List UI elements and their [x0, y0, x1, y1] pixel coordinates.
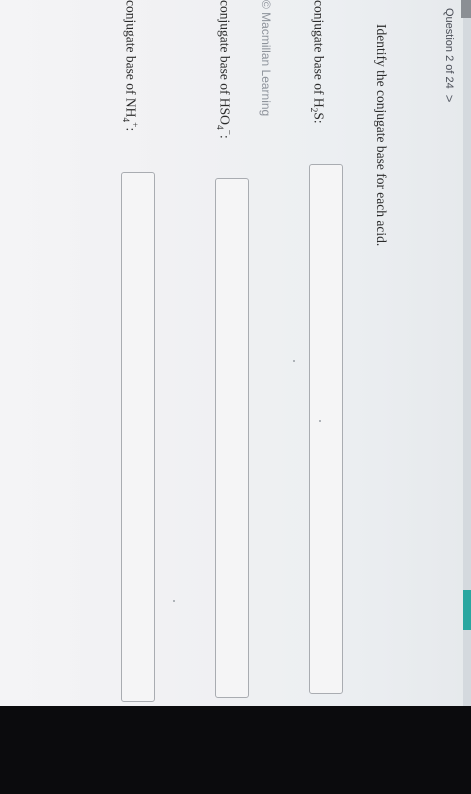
label-colon: : [123, 127, 139, 132]
label-text: conjugate base of HSO [217, 0, 233, 125]
label-text: conjugate base of NH [123, 0, 139, 118]
label-colon: : [311, 119, 327, 124]
label-colon: : [217, 134, 233, 139]
label-text: S [311, 112, 327, 120]
chevron-right-icon[interactable]: > [442, 95, 457, 103]
acid-label-h2s: conjugate base of H2S: [308, 0, 327, 124]
screen-speck [319, 420, 321, 422]
answer-input-h2s[interactable] [309, 164, 343, 694]
screen-speck [293, 360, 295, 362]
copyright-notice: © Macmillan Learning [259, 0, 273, 117]
answer-input-nh4[interactable] [121, 172, 155, 702]
question-panel: Question 2 of 24 > © Macmillan Learning … [0, 0, 471, 706]
acid-label-nh4: conjugate base of NH4+: [120, 0, 139, 131]
question-prompt: Identify the conjugate base for each aci… [374, 24, 389, 247]
answer-input-hso4[interactable] [215, 178, 249, 698]
question-counter: Question 2 of 24 [443, 8, 456, 89]
screen: Question 2 of 24 > © Macmillan Learning … [0, 0, 471, 706]
acid-label-hso4: conjugate base of HSO4−: [214, 0, 233, 139]
label-text: conjugate base of H [311, 0, 327, 108]
question-nav: Question 2 of 24 > [442, 8, 457, 102]
screen-speck [173, 600, 175, 602]
